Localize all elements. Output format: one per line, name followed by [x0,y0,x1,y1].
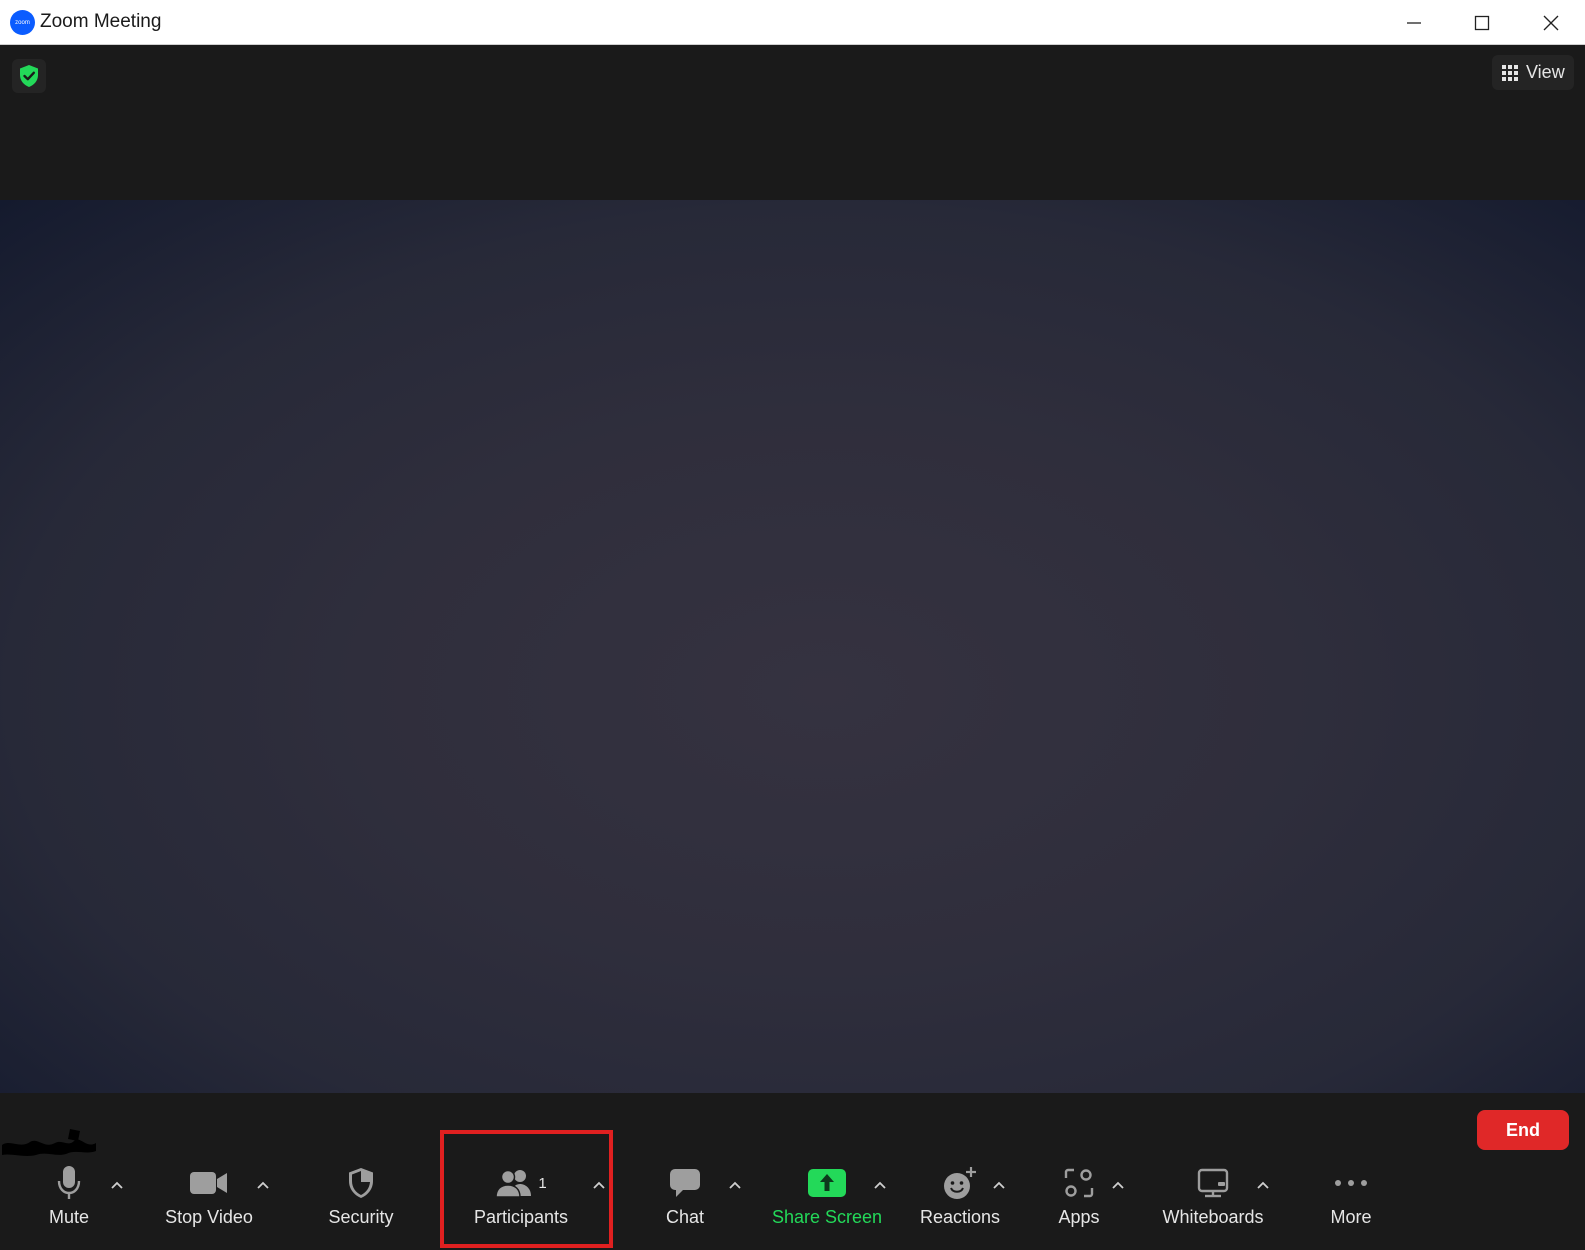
maximize-icon [1474,15,1490,30]
whiteboards-button[interactable]: Whiteboards [1158,1163,1268,1243]
apps-icon [1064,1168,1094,1198]
meeting-header: View [0,45,1585,200]
chevron-up-icon [1112,1181,1124,1189]
shield-icon [349,1168,373,1198]
audio-options-caret[interactable] [109,1178,125,1192]
security-label: Security [328,1207,394,1227]
reactions-label: Reactions [919,1207,1001,1227]
chat-label: Chat [665,1207,705,1227]
apps-label: Apps [1058,1207,1100,1227]
stop-video-button[interactable]: Stop Video [160,1163,258,1243]
video-feed [0,200,1585,1093]
whiteboards-options-caret[interactable] [1255,1178,1271,1192]
security-button[interactable]: Security [326,1163,396,1243]
zoom-logo-icon: zoom [10,10,35,35]
redacted-name-scribble [2,1129,96,1156]
encryption-shield-button[interactable] [12,59,46,93]
more-label: More [1330,1207,1372,1227]
share-screen-icon [808,1169,846,1197]
title-bar: zoom Zoom Meeting [0,0,1585,45]
chevron-up-icon [111,1181,123,1189]
minimize-icon [1407,21,1421,24]
stop-video-label: Stop Video [165,1207,253,1227]
more-dots-icon [1335,1180,1367,1186]
share-screen-button[interactable]: Share Screen [770,1163,884,1243]
end-meeting-button[interactable]: End [1477,1110,1569,1150]
more-button[interactable]: More [1326,1163,1376,1243]
share-screen-label: Share Screen [771,1207,883,1227]
chevron-up-icon [257,1181,269,1189]
shield-check-icon [20,65,38,87]
share-options-caret[interactable] [872,1178,888,1192]
reactions-button[interactable]: Reactions [918,1163,1002,1243]
chevron-up-icon [1257,1181,1269,1189]
chevron-up-icon [593,1181,605,1189]
chat-options-caret[interactable] [727,1178,743,1192]
whiteboards-label: Whiteboards [1162,1207,1264,1227]
apps-options-caret[interactable] [1110,1178,1126,1192]
zoom-logo-text: zoom [15,19,30,26]
reactions-options-caret[interactable] [991,1178,1007,1192]
video-camera-icon [190,1172,227,1194]
mute-button[interactable]: Mute [38,1163,100,1243]
close-button[interactable] [1517,0,1585,45]
video-options-caret[interactable] [255,1178,271,1192]
microphone-icon [57,1166,81,1199]
whiteboard-icon [1197,1168,1229,1198]
view-label: View [1526,62,1565,82]
mute-label: Mute [48,1207,90,1227]
apps-button[interactable]: Apps [1056,1163,1102,1243]
maximize-button[interactable] [1448,0,1516,45]
participants-label: Participants [473,1207,569,1227]
view-button[interactable]: View [1492,55,1574,90]
minimize-button[interactable] [1380,0,1448,45]
chevron-up-icon [729,1181,741,1189]
chevron-up-icon [993,1181,1005,1189]
meeting-toolbar: Mute Stop Video Security 1 Participants … [0,1093,1585,1250]
window-title: Zoom Meeting [40,11,162,32]
participants-icon [495,1169,532,1198]
chevron-up-icon [874,1181,886,1189]
participants-button[interactable]: 1 Participants [468,1163,574,1243]
grid-icon [1502,64,1518,81]
participants-count: 1 [538,1174,547,1192]
chat-bubble-icon [670,1169,700,1197]
chat-button[interactable]: Chat [660,1163,710,1243]
close-icon [1543,15,1559,30]
participants-options-caret[interactable] [591,1178,607,1192]
emoji-add-icon [944,1167,976,1199]
